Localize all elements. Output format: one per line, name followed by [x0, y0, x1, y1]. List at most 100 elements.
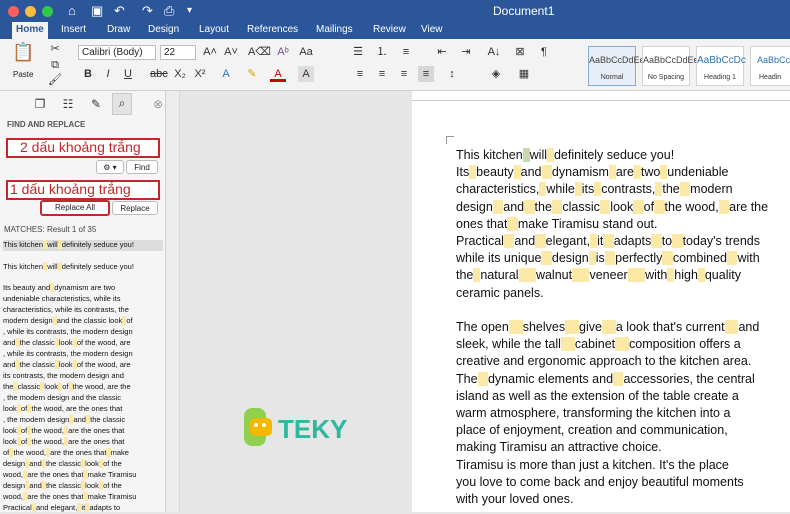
borders-icon[interactable]: ▦	[516, 66, 532, 82]
zoom-window-button[interactable]	[42, 6, 53, 17]
headings-icon[interactable]: ✎	[86, 95, 106, 113]
search-result[interactable]: Its beauty and dynamism are two	[3, 283, 115, 294]
sort-icon[interactable]: A↓	[486, 44, 502, 60]
replace-button[interactable]: Replace	[112, 201, 158, 215]
save-icon[interactable]: ▣	[91, 3, 103, 19]
clear-formatting-icon[interactable]: A⌫	[248, 44, 271, 60]
home-icon[interactable]: ⌂	[68, 3, 76, 19]
tab-insert[interactable]: Insert	[61, 23, 86, 37]
outline-icon[interactable]: ☷	[58, 95, 78, 113]
undo-icon[interactable]: ↶	[114, 3, 125, 19]
redo-icon[interactable]: ↷	[142, 3, 153, 19]
paragraph-line: place of enjoyment, creation and communi…	[456, 423, 728, 438]
underline-button[interactable]: U	[120, 66, 136, 82]
increase-indent-icon[interactable]: ⇥	[458, 44, 474, 60]
grow-font-icon[interactable]: A˄	[202, 44, 218, 60]
bold-button[interactable]: B	[80, 66, 96, 82]
tab-home[interactable]: Home	[12, 22, 48, 39]
font-color-icon[interactable]: A	[270, 66, 286, 82]
highlight-icon[interactable]: ✎	[244, 66, 260, 82]
search-result[interactable]: , while its contrasts, the modern design	[3, 349, 133, 360]
search-result[interactable]: wood, are the ones that make Tiramisu	[3, 470, 136, 481]
bullets-icon[interactable]: ☰	[350, 44, 366, 60]
shading-icon[interactable]: ◈	[488, 66, 504, 82]
search-result[interactable]: modern design and the classic look of	[3, 316, 133, 327]
paste-icon[interactable]: 📋	[12, 43, 34, 66]
line-spacing-icon[interactable]: ↕	[444, 66, 460, 82]
style-normal[interactable]: AaBbCcDdEe Normal	[588, 46, 645, 86]
teky-logo: TEKY	[242, 404, 362, 452]
search-result[interactable]: look of the wood, are the ones that	[3, 426, 124, 437]
cut-icon[interactable]: ✂	[47, 41, 63, 57]
italic-button[interactable]: I	[100, 66, 116, 82]
multilevel-list-icon[interactable]: ≡	[398, 44, 414, 60]
tab-references[interactable]: References	[247, 23, 298, 37]
print-icon[interactable]: ⎙	[164, 3, 174, 19]
find-button[interactable]: Find	[126, 160, 158, 174]
tab-review[interactable]: Review	[373, 23, 406, 37]
paragraph-line: design and the classic look of the wood,…	[456, 199, 769, 214]
justify-icon[interactable]: ≡	[418, 66, 434, 82]
font-name-select[interactable]: Calibri (Body)	[78, 45, 156, 60]
paragraph-line: characteristics, while its contrasts, th…	[456, 182, 733, 197]
search-result[interactable]: , the modern design and the classic	[3, 393, 121, 404]
paragraph-mark-icon[interactable]: ¶	[536, 44, 552, 60]
margin-marker	[446, 136, 454, 144]
customize-toolbar-icon[interactable]: ▾	[187, 3, 192, 19]
search-result[interactable]: its contrasts, the modern design and	[3, 371, 124, 382]
ribbon-tabs: Home Insert Draw Design Layout Reference…	[0, 22, 790, 39]
search-result[interactable]: and the classic look of the wood, are	[3, 338, 131, 349]
shrink-font-icon[interactable]: A˅	[223, 44, 239, 60]
change-case-icon[interactable]: Aa	[298, 44, 314, 60]
tab-view[interactable]: View	[421, 23, 443, 37]
search-result[interactable]: look of the wood, are the ones that	[3, 437, 124, 448]
search-result[interactable]: wood, are the ones that make Tiramisu	[3, 492, 136, 503]
tab-layout[interactable]: Layout	[199, 23, 229, 37]
tab-draw[interactable]: Draw	[107, 23, 130, 37]
search-result[interactable]: and the classic look of the wood, are	[3, 360, 131, 371]
replace-all-button[interactable]: Replace All	[40, 200, 110, 216]
subscript-icon[interactable]: X₂	[172, 66, 188, 82]
superscript-icon[interactable]: X²	[192, 66, 208, 82]
strikethrough-icon[interactable]: abc	[150, 66, 168, 82]
align-center-icon[interactable]: ≡	[374, 66, 390, 82]
decrease-indent-icon[interactable]: ⇤	[434, 44, 450, 60]
style-name: Normal	[600, 74, 624, 81]
search-icon[interactable]: ⌕	[112, 93, 132, 115]
style-heading-1[interactable]: AaBbCcDc Heading 1	[696, 46, 746, 86]
style-no-spacing[interactable]: AaBbCcDdEe No Spacing	[642, 46, 699, 86]
close-pane-icon[interactable]: ⊗	[148, 95, 168, 113]
style-preview: AaBbCcDdE	[757, 55, 790, 65]
style-name: Heading 1	[704, 74, 736, 81]
find-replace-heading: FIND AND REPLACE	[7, 120, 86, 129]
search-result[interactable]: characteristics, while its contrasts, th…	[3, 305, 129, 316]
character-shading-icon[interactable]: A	[298, 66, 314, 82]
close-window-button[interactable]	[8, 6, 19, 17]
minimize-window-button[interactable]	[25, 6, 36, 17]
style-heading-2[interactable]: AaBbCcDdE Headin	[750, 46, 790, 86]
tab-design[interactable]: Design	[148, 23, 179, 37]
search-result[interactable]: This kitchen will definitely seduce you!	[3, 262, 134, 273]
search-result[interactable]: undeniable characteristics, while its	[3, 294, 121, 305]
search-result[interactable]: look of the wood, are the ones that	[3, 404, 122, 415]
spelling-icon[interactable]: Aᵇ	[275, 44, 291, 60]
numbering-icon[interactable]: ⒈	[374, 44, 390, 60]
copy-icon[interactable]: ⧉	[47, 57, 63, 73]
search-result[interactable]: , the modern design and the classic	[3, 415, 125, 426]
search-result[interactable]: , while its contrasts, the modern design	[3, 327, 133, 338]
search-options-button[interactable]: ⚙ ▾	[96, 160, 124, 174]
search-result[interactable]: design and the classic look of the	[3, 459, 122, 470]
align-right-icon[interactable]: ≡	[396, 66, 412, 82]
thumbnails-icon[interactable]: ❐	[30, 95, 50, 113]
text-effects-icon[interactable]: A	[218, 66, 234, 82]
format-painter-icon[interactable]: 🖌	[47, 72, 63, 88]
tab-mailings[interactable]: Mailings	[316, 23, 353, 37]
horizontal-ruler	[412, 91, 790, 101]
search-result[interactable]: the classic look of the wood, are the	[3, 382, 131, 393]
search-result[interactable]: of the wood, are the ones that make	[3, 448, 129, 459]
font-size-select[interactable]: 22	[160, 45, 196, 60]
align-left-icon[interactable]: ≡	[352, 66, 368, 82]
show-formatting-icon[interactable]: ⊠	[512, 44, 528, 60]
search-result-selected[interactable]: This kitchen will definitely seduce you!	[3, 240, 163, 251]
search-result[interactable]: design and the classic look of the	[3, 481, 122, 492]
